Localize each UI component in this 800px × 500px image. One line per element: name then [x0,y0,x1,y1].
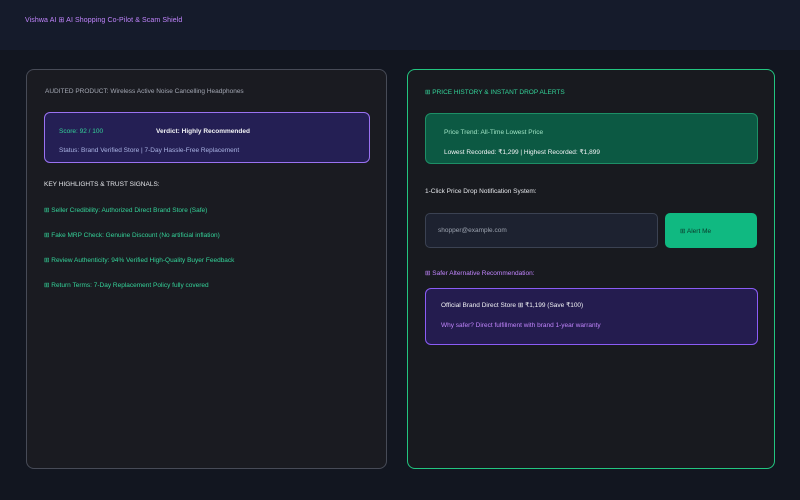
highlight-item: ⊞ Seller Credibility: Authorized Direct … [44,207,208,214]
why-safer-text: Why safer? Direct fulfillment with brand… [441,322,601,329]
highlight-item: ⊞ Review Authenticity: 94% Verified High… [44,257,235,264]
status-line: Status: Brand Verified Store | 7-Day Has… [59,147,240,154]
email-input[interactable] [425,213,658,248]
price-history-heading: ⊞ PRICE HISTORY & INSTANT DROP ALERTS [425,89,565,96]
price-recorded: Lowest Recorded: ₹1,299 | Highest Record… [444,149,600,156]
highlight-item: ⊞ Return Terms: 7-Day Replacement Policy… [44,282,209,289]
official-store-offer: Official Brand Direct Store ⊞ ₹1,199 (Sa… [441,302,584,309]
alert-me-button[interactable]: ⊞ Alert Me [665,213,757,248]
alert-system-heading: 1-Click Price Drop Notification System: [425,188,537,195]
audit-card: AUDITED PRODUCT: Wireless Active Noise C… [26,69,387,469]
safer-alternative-box: Official Brand Direct Store ⊞ ₹1,199 (Sa… [425,288,758,345]
price-card: ⊞ PRICE HISTORY & INSTANT DROP ALERTS Pr… [407,69,775,469]
score-summary-box: Score: 92 / 100 Verdict: Highly Recommen… [44,112,370,163]
price-trend: Price Trend: All-Time Lowest Price [444,129,544,136]
safer-alternative-heading: ⊞ Safer Alternative Recommendation: [425,270,535,277]
score-value: Score: 92 / 100 [59,128,104,135]
highlights-heading: KEY HIGHLIGHTS & TRUST SIGNALS: [44,181,160,188]
audited-product-label: AUDITED PRODUCT: Wireless Active Noise C… [45,88,244,95]
top-bar: Vishwa AI ⊞ AI Shopping Co-Pilot & Scam … [0,0,800,50]
highlight-item: ⊞ Fake MRP Check: Genuine Discount (No a… [44,232,220,239]
app-title: Vishwa AI ⊞ AI Shopping Co-Pilot & Scam … [25,17,183,24]
verdict-label: Verdict: Highly Recommended [156,128,250,135]
price-trend-box: Price Trend: All-Time Lowest Price Lowes… [425,113,758,164]
